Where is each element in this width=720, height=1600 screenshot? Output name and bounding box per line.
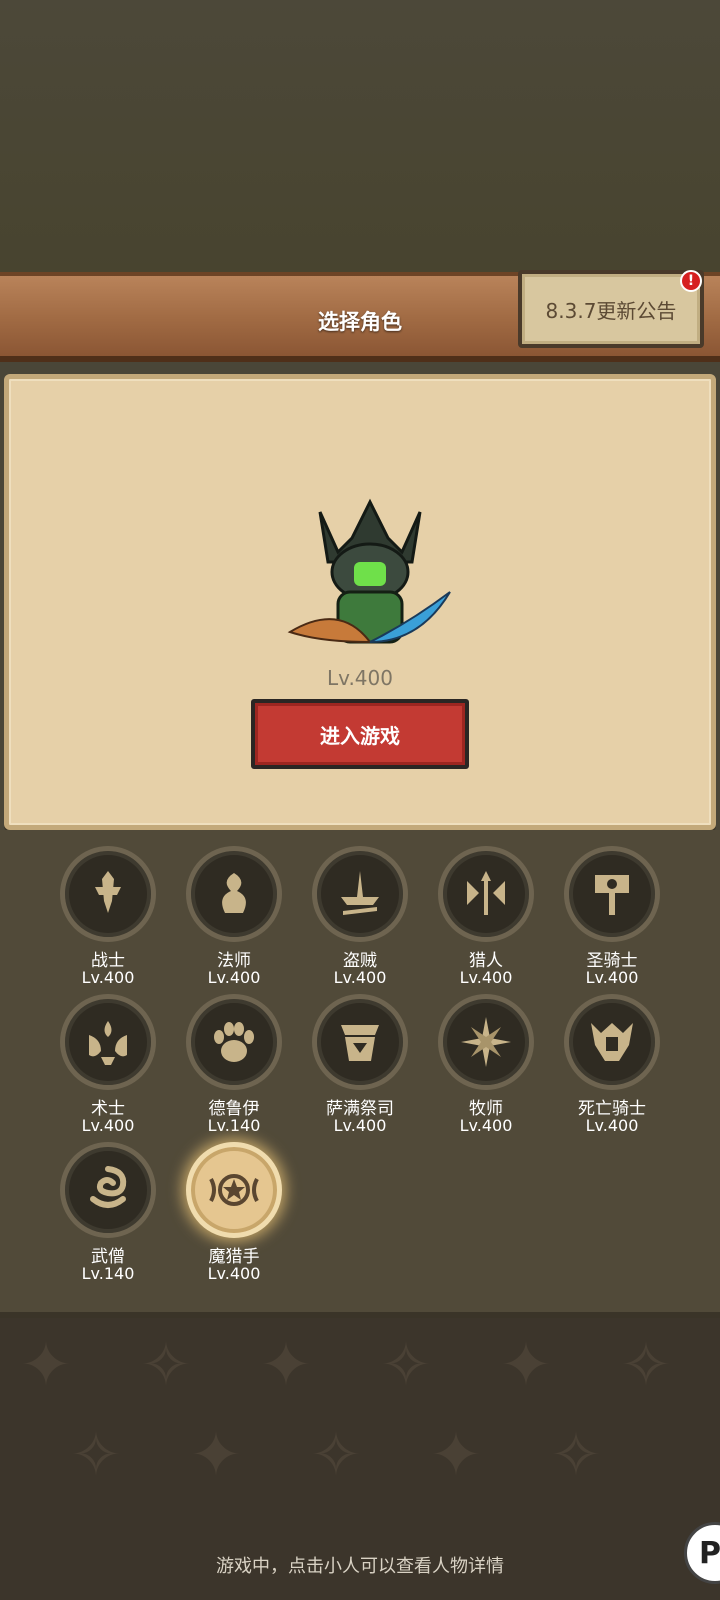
- death-knight-icon: [564, 994, 660, 1090]
- class-item-rogue[interactable]: 盗贼 Lv.400: [297, 846, 423, 987]
- assistant-icon: P: [699, 1535, 720, 1571]
- decor-icon: ✦: [500, 1328, 552, 1401]
- class-item-demon-hunter[interactable]: 魔猎手 Lv.400: [171, 1142, 297, 1283]
- class-item-hunter[interactable]: 猎人 Lv.400: [423, 846, 549, 987]
- top-background: [0, 0, 720, 272]
- class-selection-area: 战士 Lv.400 法师 Lv.400 盗贼 Lv.400 猎人 Lv.400 …: [0, 830, 720, 1318]
- decor-icon: ✧: [140, 1328, 192, 1401]
- class-item-warlock[interactable]: 术士 Lv.400: [45, 994, 171, 1135]
- class-level: Lv.140: [81, 1264, 135, 1283]
- decor-icon: ✦: [190, 1418, 242, 1491]
- class-level: Lv.400: [81, 968, 135, 987]
- class-level: Lv.140: [207, 1116, 261, 1135]
- decor-icon: ✦: [20, 1328, 72, 1401]
- warlock-icon: [60, 994, 156, 1090]
- class-level: Lv.400: [459, 1116, 513, 1135]
- class-item-druid[interactable]: 德鲁伊 Lv.140: [171, 994, 297, 1135]
- alert-badge-icon: !: [680, 270, 702, 292]
- update-notice-button[interactable]: 8.3.7更新公告: [518, 270, 704, 348]
- monk-icon: [60, 1142, 156, 1238]
- class-level: Lv.400: [81, 1116, 135, 1135]
- class-level: Lv.400: [333, 968, 387, 987]
- hunter-icon: [438, 846, 534, 942]
- demon-hunter-icon: [186, 1142, 282, 1238]
- decor-icon: ✧: [380, 1328, 432, 1401]
- character-level: Lv.400: [327, 666, 393, 690]
- character-avatar-icon[interactable]: [280, 492, 460, 672]
- priest-icon: [438, 994, 534, 1090]
- rogue-icon: [312, 846, 408, 942]
- class-level: Lv.400: [585, 968, 639, 987]
- paladin-icon: [564, 846, 660, 942]
- enter-game-button[interactable]: 进入游戏: [251, 699, 469, 769]
- class-item-paladin[interactable]: 圣骑士 Lv.400: [549, 846, 675, 987]
- hint-text: 游戏中，点击小人可以查看人物详情: [216, 1556, 504, 1577]
- class-item-monk[interactable]: 武僧 Lv.140: [45, 1142, 171, 1283]
- shaman-icon: [312, 994, 408, 1090]
- warrior-icon: [60, 846, 156, 942]
- mage-icon: [186, 846, 282, 942]
- class-level: Lv.400: [207, 968, 261, 987]
- class-level: Lv.400: [585, 1116, 639, 1135]
- decor-icon: ✦: [430, 1418, 482, 1491]
- class-level: Lv.400: [333, 1116, 387, 1135]
- class-item-shaman[interactable]: 萨满祭司 Lv.400: [297, 994, 423, 1135]
- decor-icon: ✧: [620, 1328, 672, 1401]
- class-item-priest[interactable]: 牧师 Lv.400: [423, 994, 549, 1135]
- decor-icon: ✧: [550, 1418, 602, 1491]
- class-level: Lv.400: [207, 1264, 261, 1283]
- class-item-warrior[interactable]: 战士 Lv.400: [45, 846, 171, 987]
- class-item-mage[interactable]: 法师 Lv.400: [171, 846, 297, 987]
- class-level: Lv.400: [459, 968, 513, 987]
- decor-icon: ✦: [260, 1328, 312, 1401]
- decor-icon: ✧: [70, 1418, 122, 1491]
- class-item-death-knight[interactable]: 死亡骑士 Lv.400: [549, 994, 675, 1135]
- decor-icon: ✧: [310, 1418, 362, 1491]
- druid-icon: [186, 994, 282, 1090]
